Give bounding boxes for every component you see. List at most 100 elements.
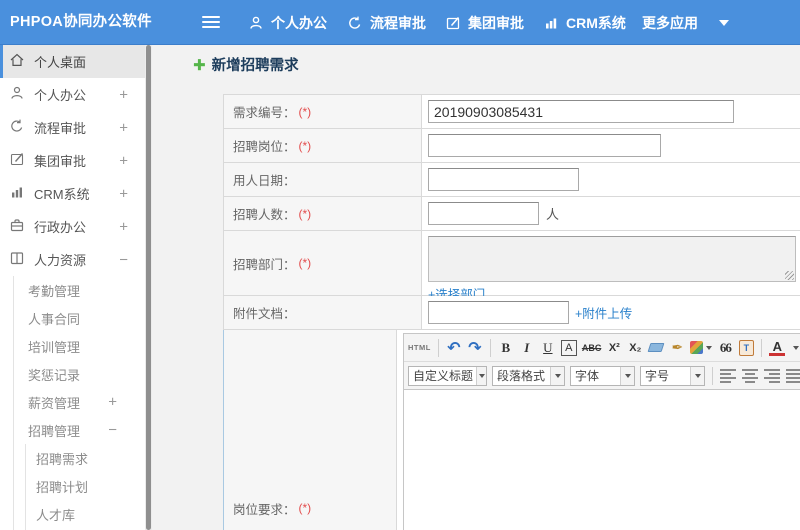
recruit-demand-form: 需求编号： (*) 招聘岗位： (*) 用人日期：	[223, 94, 800, 530]
topnav-label: 个人办公	[271, 14, 327, 31]
expand-icon[interactable]: +	[119, 185, 128, 202]
sidebar-item-attendance-mgmt[interactable]: 考勤管理	[0, 276, 145, 304]
sidebar-scrollbar[interactable]	[145, 45, 152, 530]
align-left-icon[interactable]	[720, 368, 737, 383]
sidebar-item-label: 招聘需求	[36, 451, 89, 467]
field-label: 招聘部门： (*)	[224, 231, 422, 295]
attachment-upload-link[interactable]: +附件上传	[575, 307, 632, 321]
chevron-down-icon	[706, 345, 713, 350]
hamburger-menu-icon[interactable]	[202, 16, 220, 29]
html-source-button[interactable]: HTML	[408, 338, 431, 358]
underline-button[interactable]: U	[540, 338, 556, 358]
sidebar-item-reward-punishment[interactable]: 奖惩记录	[0, 360, 145, 388]
sidebar-item-crm-system[interactable]: CRM系统 +	[0, 177, 145, 210]
expand-icon[interactable]: +	[119, 119, 128, 136]
sidebar-item-hr-contract[interactable]: 人事合同	[0, 304, 145, 332]
sidebar-item-label: 培训管理	[28, 339, 81, 355]
sidebar-item-talent-pool[interactable]: 人才库	[0, 500, 145, 528]
user-icon	[248, 15, 264, 31]
field-label: 需求编号： (*)	[224, 95, 422, 128]
book-icon	[9, 250, 25, 269]
strikethrough-button[interactable]: ABC	[582, 338, 602, 358]
chevron-down-icon	[620, 366, 634, 385]
chevron-down-icon	[690, 366, 704, 385]
form-row-attachment: 附件文档： +附件上传	[223, 296, 800, 330]
align-center-icon[interactable]	[742, 368, 759, 383]
color-palette-icon[interactable]	[690, 338, 713, 358]
italic-button[interactable]: I	[519, 338, 535, 358]
user-icon	[9, 85, 25, 104]
attachment-input[interactable]	[428, 301, 569, 324]
field-label: 招聘岗位： (*)	[224, 129, 422, 162]
expand-icon[interactable]: +	[108, 394, 117, 411]
sidebar-item-admin-office[interactable]: 行政办公 +	[0, 210, 145, 243]
flow-icon	[347, 15, 363, 31]
sidebar-item-group-approval[interactable]: 集团审批 +	[0, 144, 145, 177]
chart-icon	[9, 184, 25, 203]
expand-icon[interactable]: +	[119, 218, 128, 235]
page-title: ✚ 新增招聘需求	[193, 54, 299, 75]
format-brush-icon[interactable]: ✒	[669, 338, 685, 358]
sidebar-item-human-resources[interactable]: 人力资源 −	[0, 243, 145, 276]
headcount-input[interactable]	[428, 202, 539, 225]
collapse-icon[interactable]: −	[108, 422, 117, 439]
top-bar: PHPOA协同办公软件 个人办公 流程审批 集团审批 CRM系统 更多应用	[0, 0, 800, 45]
expand-icon[interactable]: +	[119, 86, 128, 103]
sidebar-item-label: 人事合同	[28, 311, 81, 327]
sidebar-item-personal-desktop[interactable]: 个人桌面	[0, 45, 145, 78]
topnav-crm-system[interactable]: CRM系统	[543, 0, 626, 45]
sidebar-item-personal-office[interactable]: 个人办公 +	[0, 78, 145, 111]
department-textarea[interactable]	[428, 236, 796, 282]
sidebar: 个人桌面 个人办公 + 流程审批 + 集团审批 + CRM系统 + 行政办公 +…	[0, 45, 152, 530]
form-row-req-no: 需求编号： (*)	[223, 95, 800, 129]
align-right-icon[interactable]	[764, 368, 781, 383]
font-size-dropdown[interactable]: 字号	[640, 365, 705, 386]
sidebar-item-recruit-mgmt[interactable]: 招聘管理 −	[0, 416, 145, 444]
position-input[interactable]	[428, 134, 661, 157]
req-no-input[interactable]	[428, 100, 734, 123]
sidebar-item-salary-mgmt[interactable]: 薪资管理 +	[0, 388, 145, 416]
paste-button[interactable]: T	[738, 338, 754, 358]
topnav-workflow-approval[interactable]: 流程审批	[347, 0, 426, 45]
expand-icon[interactable]: +	[119, 152, 128, 169]
sidebar-item-label: 招聘计划	[36, 479, 89, 495]
paragraph-format-dropdown[interactable]: 段落格式	[492, 365, 565, 386]
custom-title-dropdown[interactable]: 自定义标题	[408, 365, 487, 386]
font-family-dropdown[interactable]: 字体	[570, 365, 635, 386]
editor-content-area[interactable]	[404, 390, 800, 530]
topnav-personal-office[interactable]: 个人办公	[248, 0, 327, 45]
superscript-button[interactable]: X²	[606, 338, 622, 358]
editor-toolbar-row1: HTML ↶ ↷ B I U A ABC X² X₂ ✒ 66 T A	[404, 334, 800, 362]
resize-grip-icon[interactable]	[785, 271, 794, 280]
topnav-label: 流程审批	[370, 14, 426, 31]
field-label: 附件文档：	[224, 296, 422, 329]
briefcase-icon	[9, 217, 25, 236]
sidebar-item-training-mgmt[interactable]: 培训管理	[0, 332, 145, 360]
redo-icon[interactable]: ↷	[467, 338, 483, 358]
blockquote-button[interactable]: 66	[717, 338, 733, 358]
topnav-group-approval[interactable]: 集团审批	[445, 0, 524, 45]
align-justify-icon[interactable]	[786, 368, 800, 383]
sidebar-item-recruit-plan[interactable]: 招聘计划	[0, 472, 145, 500]
font-color-button[interactable]: A	[769, 339, 786, 356]
toolbar-divider	[712, 366, 713, 385]
form-row-department: 招聘部门： (*) +选择部门	[223, 231, 800, 302]
sidebar-scrollbar-thumb[interactable]	[146, 45, 151, 530]
rich-text-editor: HTML ↶ ↷ B I U A ABC X² X₂ ✒ 66 T A 自定义标…	[403, 333, 800, 530]
edit-icon	[9, 151, 25, 170]
sidebar-item-workflow-approval[interactable]: 流程审批 +	[0, 111, 145, 144]
form-row-requirements: 岗位要求： (*) HTML ↶ ↷ B I U A ABC X² X₂ ✒ 6…	[223, 330, 800, 530]
subscript-button[interactable]: X₂	[627, 338, 643, 358]
font-style-button[interactable]: A	[560, 339, 577, 356]
toolbar-divider	[761, 338, 763, 357]
undo-icon[interactable]: ↶	[446, 338, 462, 358]
bold-button[interactable]: B	[498, 338, 514, 358]
sidebar-item-label: 个人办公	[34, 88, 87, 103]
form-row-headcount: 招聘人数： (*) 人	[223, 197, 800, 231]
topnav-more-apps[interactable]: 更多应用	[642, 0, 729, 45]
hire-date-input[interactable]	[428, 168, 579, 191]
sidebar-item-recruit-demand[interactable]: 招聘需求	[0, 444, 145, 472]
eraser-icon[interactable]	[647, 338, 665, 358]
collapse-icon[interactable]: −	[119, 251, 128, 268]
required-mark: (*)	[298, 501, 312, 515]
